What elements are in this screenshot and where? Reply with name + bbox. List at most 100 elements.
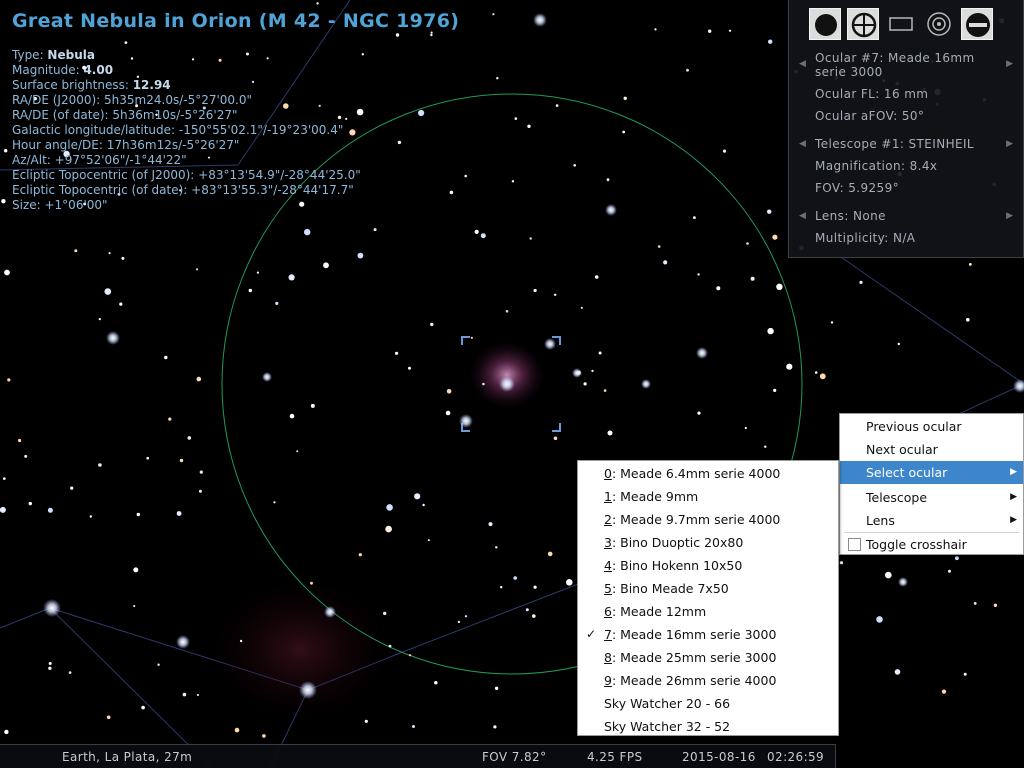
star [408, 654, 412, 657]
star [606, 178, 610, 182]
next-ocular-arrow[interactable]: ▶ [1006, 59, 1013, 69]
configure-icon[interactable] [961, 8, 993, 40]
star [767, 209, 772, 214]
menu-select-ocular[interactable]: Select ocular ▶ [840, 461, 1023, 484]
ocular-option[interactable]: 1: Meade 9mm [578, 485, 838, 508]
star [607, 430, 613, 436]
star [897, 342, 900, 346]
ocular-option[interactable]: 2: Meade 9.7mm serie 4000 [578, 508, 838, 531]
star [106, 715, 111, 720]
m42-nebula[interactable] [469, 341, 545, 409]
ocular-option[interactable]: Sky Watcher 20 - 66 [578, 692, 838, 715]
star [470, 336, 473, 339]
star [598, 351, 602, 355]
star [728, 29, 732, 32]
star [603, 389, 607, 392]
telrad-icon[interactable] [923, 8, 955, 40]
star [239, 639, 243, 643]
star [146, 456, 149, 460]
star [697, 411, 701, 415]
star [876, 616, 883, 623]
star [533, 585, 537, 589]
ocular-option-number: 8 [604, 650, 612, 665]
ocular-option[interactable]: 8: Meade 25mm serie 3000 [578, 646, 838, 669]
ocular-fl: Ocular FL: 16 mm [815, 87, 929, 101]
date-label[interactable]: 2015-08-16 [682, 750, 756, 764]
oculars-context-menu: Previous ocular Next ocular Select ocula… [839, 413, 1024, 555]
ocular-option[interactable]: 4: Bino Hokenn 10x50 [578, 554, 838, 577]
ocular-option-label: : Meade 9mm [611, 489, 699, 504]
crosshair-checkbox[interactable] [848, 538, 861, 551]
info-radec-j2000: RA/DE (J2000): 5h35m24.0s/-5°27'00.0" [12, 93, 253, 107]
next-telescope-arrow[interactable]: ▶ [1006, 139, 1013, 149]
star [70, 486, 74, 490]
star [288, 274, 295, 281]
star [708, 29, 712, 33]
star [385, 525, 392, 533]
star [885, 571, 892, 579]
bright-star [176, 635, 190, 649]
ocular-option[interactable]: ✓ 7: Meade 16mm serie 3000 [578, 623, 838, 646]
star [28, 501, 32, 506]
star [948, 569, 951, 573]
star [941, 689, 947, 694]
menu-lens[interactable]: Lens ▶ [840, 509, 1023, 532]
object-info: Type: Nebula Magnitude: 4.00 Surface bri… [12, 48, 361, 213]
ocular-option[interactable]: Sky Watcher 32 - 52 [578, 715, 838, 738]
previous-telescope-arrow[interactable]: ◀ [799, 139, 806, 149]
ocular-option[interactable]: 9: Meade 26mm serie 4000 [578, 669, 838, 692]
time-label[interactable]: 02:26:59 [767, 750, 824, 764]
menu-telescope[interactable]: Telescope ▶ [840, 486, 1023, 509]
next-lens-arrow[interactable]: ▶ [1006, 211, 1013, 221]
star [663, 260, 668, 265]
star [119, 302, 123, 306]
star [744, 426, 747, 430]
previous-ocular-arrow[interactable]: ◀ [799, 59, 806, 69]
star [24, 454, 28, 458]
crosshair-icon[interactable] [847, 8, 879, 40]
previous-lens-arrow[interactable]: ◀ [799, 211, 806, 221]
star [449, 190, 454, 195]
bright-star [324, 606, 336, 618]
menu-next-label: Next ocular [866, 442, 938, 457]
star [121, 256, 125, 260]
star [657, 245, 661, 248]
menu-next-ocular[interactable]: Next ocular [840, 438, 1023, 461]
star [179, 458, 184, 463]
star [418, 109, 425, 117]
star [164, 355, 168, 360]
star [493, 725, 497, 729]
object-magnitude: Magnitude: 4.00 [12, 63, 361, 78]
menu-select-label: Select ocular [866, 465, 948, 480]
star [108, 252, 111, 255]
star [198, 489, 202, 493]
star [1, 199, 6, 204]
ocular-option[interactable]: 6: Meade 12mm [578, 600, 838, 623]
star [262, 734, 266, 738]
surface-label: Surface brightness: [12, 78, 133, 92]
type-label: Type: [12, 48, 48, 62]
bright-star [459, 414, 473, 428]
star [500, 586, 503, 589]
star [98, 463, 102, 467]
star [395, 351, 399, 355]
star [554, 293, 557, 296]
star [814, 371, 818, 374]
star [722, 149, 727, 153]
star [304, 228, 311, 236]
star [4, 269, 10, 276]
ocular-option-label: : Meade 16mm serie 3000 [611, 627, 777, 642]
info-az-alt: Az/Alt: +97°52'06"/-1°44'22" [12, 153, 187, 167]
ocular-option[interactable]: 3: Bino Duoptic 20x80 [578, 531, 838, 554]
ocular-view-icon[interactable] [809, 8, 841, 40]
ccd-frame-icon[interactable] [885, 8, 917, 40]
menu-previous-ocular[interactable]: Previous ocular [840, 415, 1023, 438]
bright-star [499, 376, 515, 392]
star [296, 450, 299, 453]
ocular-option[interactable]: 0: Meade 6.4mm serie 4000 [578, 462, 838, 485]
star [457, 620, 461, 624]
ocular-option[interactable]: 5: Bino Meade 7x50 [578, 577, 838, 600]
location-label[interactable]: Earth, La Plata, 27m [62, 750, 192, 764]
ocular-option-number: 1 [604, 489, 612, 504]
menu-toggle-crosshair[interactable]: Toggle crosshair [840, 533, 1023, 556]
